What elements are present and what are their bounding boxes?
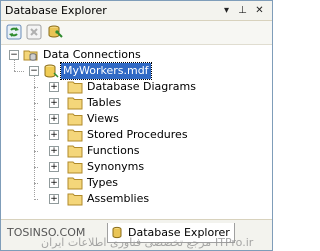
tree-node-label: Synonyms (87, 160, 145, 173)
folder-icon (67, 177, 83, 190)
tree-node-folder[interactable]: + Database Diagrams (34, 79, 249, 95)
folder-icon (67, 113, 83, 126)
tree-node-label: Views (87, 112, 119, 125)
tree-connector (14, 71, 24, 72)
tree-connector (34, 183, 38, 184)
tree-connector (34, 119, 38, 120)
data-connections-icon (23, 50, 38, 61)
stop-icon (26, 24, 42, 40)
tree-connector (34, 135, 38, 136)
collapse-icon[interactable]: − (9, 50, 19, 60)
tree-node-folder[interactable]: + Synonyms (34, 159, 249, 175)
stop-button[interactable] (26, 24, 42, 40)
database-explorer-panel: Database Explorer ▾ ⊥ ✕ − Data Connectio… (0, 0, 273, 251)
tree-node-label: MyWorkers.mdf (60, 62, 152, 80)
tree-connector (34, 167, 38, 168)
watermark-itpro: ITPro.ir (215, 236, 254, 249)
auto-hide-pin-icon[interactable]: ⊥ (235, 3, 250, 18)
tree-node-data-connections[interactable]: − Data Connections (9, 47, 209, 63)
folder-icon (67, 81, 83, 94)
tree-connector (34, 87, 38, 88)
expand-icon[interactable]: + (49, 82, 59, 92)
collapse-icon[interactable]: − (29, 66, 39, 76)
tree-connector (34, 151, 38, 152)
refresh-button[interactable] (6, 24, 22, 40)
tree-node-folder[interactable]: + Stored Procedures (34, 127, 249, 143)
expand-icon[interactable]: + (49, 114, 59, 124)
connect-to-database-button[interactable] (47, 24, 63, 40)
tree-node-label: Tables (87, 96, 122, 109)
expand-icon[interactable]: + (49, 130, 59, 140)
tree-node-folder[interactable]: + Types (34, 175, 249, 191)
tree-node-label: Database Diagrams (87, 80, 196, 93)
tree-node-folder[interactable]: + Assemblies (34, 191, 249, 207)
tree-connector (34, 75, 35, 197)
expand-icon[interactable]: + (49, 98, 59, 108)
panel-titlebar: Database Explorer ▾ ⊥ ✕ (1, 1, 272, 21)
tree-node-myworkers-mdf[interactable]: − MyWorkers.mdf (29, 62, 229, 80)
connect-to-database-icon (48, 25, 63, 38)
expand-icon[interactable]: + (49, 194, 59, 204)
window-position-dropdown-icon[interactable]: ▾ (219, 3, 234, 18)
folder-icon (67, 193, 83, 206)
database-file-icon (44, 64, 59, 78)
tree-node-label: Types (87, 176, 118, 189)
folder-icon (67, 145, 83, 158)
connection-tree: − Data Connections − MyWorkers.mdf + Data… (1, 45, 272, 219)
tree-node-label: Functions (87, 144, 140, 157)
folder-icon (67, 97, 83, 110)
refresh-icon (6, 24, 22, 40)
expand-icon[interactable]: + (49, 162, 59, 172)
tree-node-folder[interactable]: + Tables (34, 95, 249, 111)
folder-icon (67, 129, 83, 142)
tree-node-label: Assemblies (87, 192, 150, 205)
tree-connector (34, 199, 38, 200)
close-icon[interactable]: ✕ (252, 3, 267, 18)
expand-icon[interactable]: + (49, 178, 59, 188)
tree-node-label: Stored Procedures (87, 128, 188, 141)
expand-icon[interactable]: + (49, 146, 59, 156)
folder-icon (67, 161, 83, 174)
panel-title: Database Explorer (5, 4, 107, 17)
explorer-toolbar (1, 21, 272, 45)
tree-node-folder[interactable]: + Functions (34, 143, 249, 159)
watermark-persian: مرجع تخصصی فناوری اطلاعات ایران (41, 236, 212, 249)
bottom-tab-bar: TOSINSO.COM Database Explorer مرجع تخصصی… (1, 219, 272, 250)
tree-connector (34, 103, 38, 104)
tree-node-label: Data Connections (43, 48, 141, 61)
tree-node-folder[interactable]: + Views (34, 111, 249, 127)
